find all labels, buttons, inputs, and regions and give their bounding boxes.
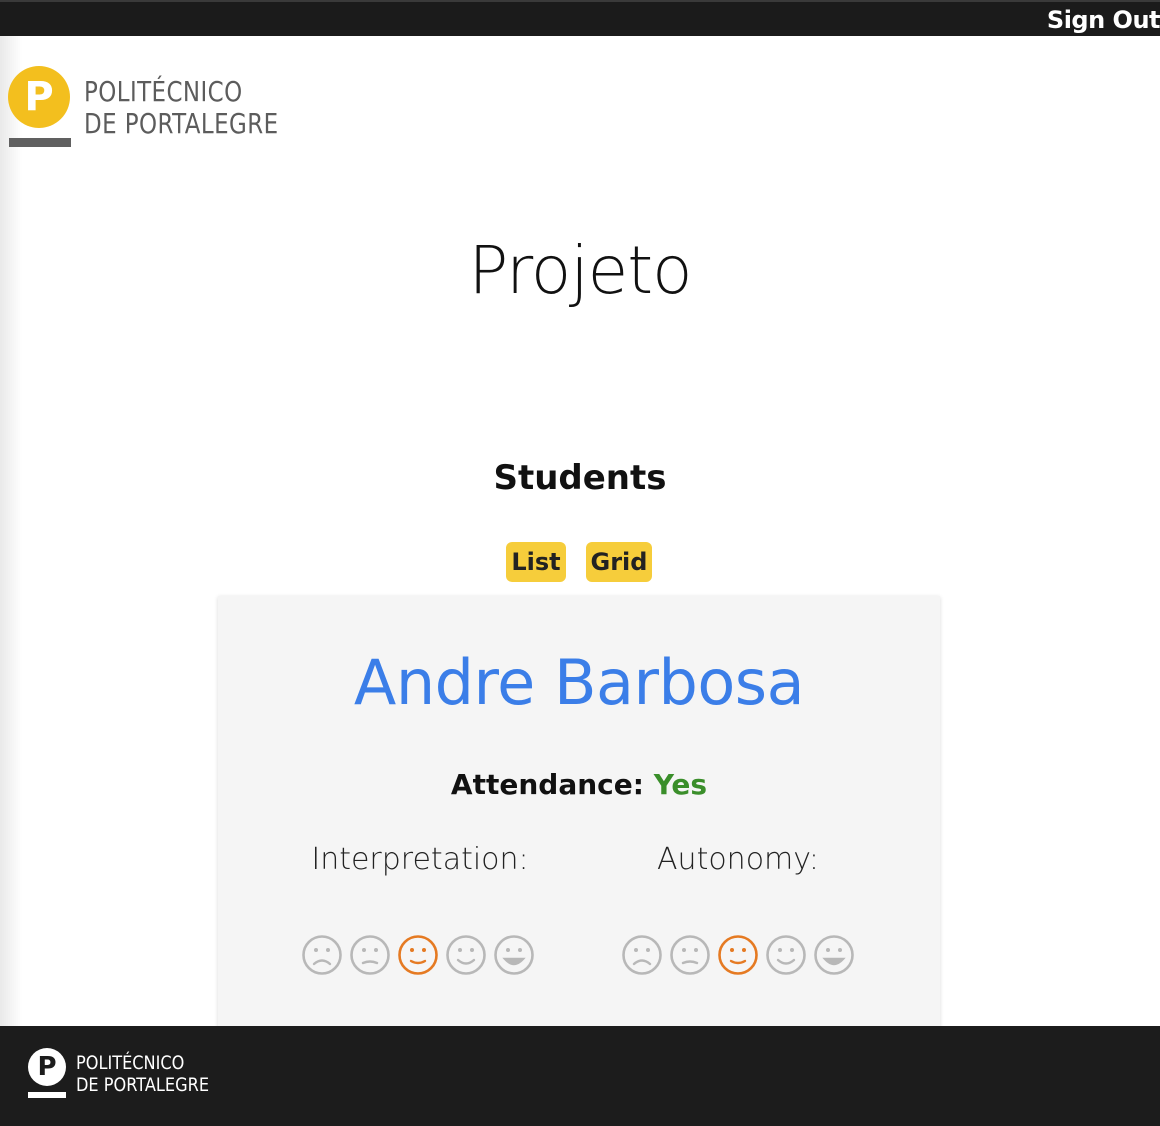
happy-face-icon[interactable] [765, 934, 807, 976]
happy-face-icon[interactable] [445, 934, 487, 976]
list-view-button[interactable]: List [506, 542, 566, 582]
footer: P POLITÉCNICO DE PORTALEGRE [0, 1026, 1160, 1126]
very-sad-face-icon[interactable] [301, 934, 343, 976]
attendance-label: Attendance: [450, 768, 644, 801]
sad-face-icon[interactable] [349, 934, 391, 976]
interpretation-label: Interpretation: [311, 842, 529, 877]
logo-p-icon: P [8, 66, 70, 128]
footer-logo-text: POLITÉCNICO DE PORTALEGRE [76, 1052, 209, 1096]
footer-logo-line-1: POLITÉCNICO [76, 1052, 185, 1074]
students-heading: Students [493, 458, 667, 498]
page-title: Projeto [468, 232, 693, 309]
politecnico-logo[interactable]: P POLITÉCNICO DE PORTALEGRE [8, 66, 298, 156]
logo-line-1: POLITÉCNICO [84, 75, 243, 108]
grid-view-button[interactable]: Grid [586, 542, 652, 582]
sad-face-icon[interactable] [669, 934, 711, 976]
sign-out-link[interactable]: Sign Out [1047, 4, 1160, 36]
attendance-value: Yes [653, 768, 708, 801]
very-happy-face-icon[interactable] [813, 934, 855, 976]
logo-line-2: DE PORTALEGRE [84, 107, 279, 140]
neutral-face-icon[interactable] [717, 934, 759, 976]
left-shadow [0, 36, 22, 1026]
logo-text: POLITÉCNICO DE PORTALEGRE [84, 76, 279, 140]
very-sad-face-icon[interactable] [621, 934, 663, 976]
student-card: Andre Barbosa Attendance: Yes Interpreta… [218, 596, 940, 1056]
autonomy-label: Autonomy: [657, 842, 819, 877]
footer-logo-p-icon: P [28, 1048, 66, 1086]
student-name-link[interactable]: Andre Barbosa [218, 646, 940, 719]
neutral-face-icon[interactable] [397, 934, 439, 976]
footer-logo-line-2: DE PORTALEGRE [76, 1074, 210, 1096]
top-bar: Sign Out [0, 0, 1160, 36]
footer-logo[interactable]: P POLITÉCNICO DE PORTALEGRE [28, 1048, 228, 1104]
attendance-row: Attendance: Yes [218, 768, 940, 801]
very-happy-face-icon[interactable] [493, 934, 535, 976]
logo-bar [9, 138, 71, 147]
footer-logo-bar [28, 1092, 66, 1098]
